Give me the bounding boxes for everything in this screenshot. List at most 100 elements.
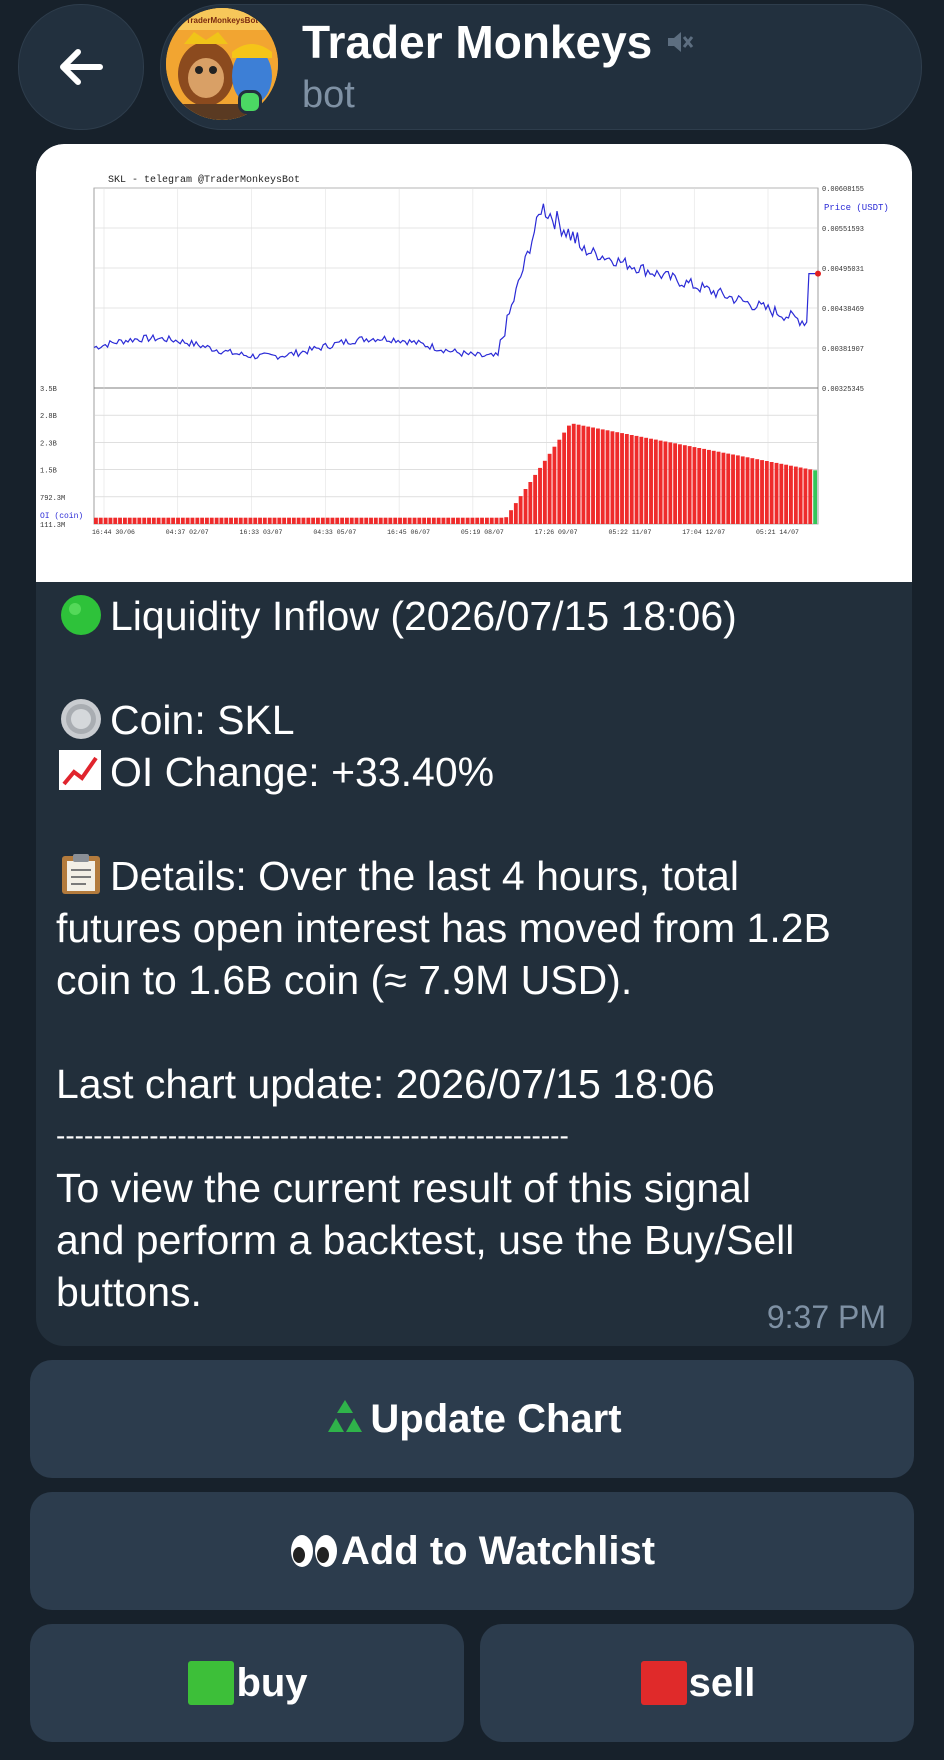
update-chart-label: Update Chart: [370, 1396, 622, 1441]
chat-title-row[interactable]: Trader Monkeys: [302, 14, 694, 70]
footer-line-1: To view the current result of this signa…: [56, 1165, 752, 1211]
price-tick-label: 0.00381907: [822, 346, 864, 354]
chat-title: Trader Monkeys: [302, 16, 653, 68]
eyes-icon: [290, 1535, 337, 1567]
oi-bar: [267, 517, 272, 524]
oi-bar: [383, 517, 388, 524]
details-line-1: Details: Over the last 4 hours, total: [110, 853, 739, 899]
oi-bar: [180, 517, 185, 524]
x-tick-label: 05:22 11/07: [608, 529, 651, 536]
oi-bar: [412, 517, 417, 524]
oi-bar: [774, 462, 779, 524]
oi-bar: [779, 463, 784, 524]
oi-bar: [755, 459, 760, 524]
oi-bar: [692, 447, 697, 524]
oi-bar: [784, 464, 789, 524]
oi-bar: [103, 517, 108, 524]
price-tick-label: 0.00438469: [822, 306, 864, 314]
oi-bar: [475, 517, 480, 524]
recycle-icon: [328, 1400, 363, 1432]
last-price-dot: [815, 270, 821, 277]
online-indicator: [238, 90, 262, 114]
oi-bar: [533, 474, 538, 524]
back-button[interactable]: [18, 4, 144, 130]
oi-bar: [320, 517, 325, 524]
oi-bar: [142, 517, 147, 524]
oi-bar: [330, 517, 335, 524]
oi-bar: [243, 517, 248, 524]
oi-bar: [697, 448, 702, 524]
oi-change: OI Change: +33.40%: [110, 749, 495, 795]
x-tick-label: 16:44 30/06: [92, 529, 135, 536]
oi-bar: [726, 453, 731, 524]
oi-bar: [764, 461, 769, 524]
x-tick-label: 17:26 09/07: [535, 529, 578, 536]
oi-bar: [460, 517, 465, 524]
price-tick-label: 0.00608155: [822, 186, 864, 194]
oi-bar: [663, 441, 668, 524]
oi-bar: [499, 517, 504, 524]
oi-bar: [620, 433, 624, 524]
message-bubble[interactable]: SKL - telegram @TraderMonkeysBot Price (…: [36, 144, 912, 1346]
oi-bar: [485, 517, 489, 524]
oi-bar: [615, 432, 620, 524]
x-tick-label: 17:04 12/07: [682, 529, 725, 536]
oi-bar: [745, 457, 750, 524]
oi-bar: [161, 517, 166, 524]
oi-bar: [301, 517, 306, 524]
oi-bar: [644, 437, 649, 524]
oi-bar: [291, 517, 296, 524]
chart-title: SKL - telegram @TraderMonkeysBot: [108, 174, 300, 186]
oi-bar: [325, 517, 330, 524]
oi-bar: [214, 517, 219, 524]
last-chart-update: Last chart update: 2026/07/15 18:06: [56, 1061, 715, 1107]
oi-bar: [789, 465, 793, 524]
muted-speaker-icon: [668, 32, 694, 52]
oi-bar: [306, 517, 311, 524]
oi-tick-label: 2.8B: [40, 413, 57, 421]
sell-button[interactable]: sell: [480, 1624, 914, 1742]
coin-label: Coin: SKL: [110, 697, 295, 743]
oi-bar: [813, 470, 818, 524]
oi-bar: [258, 517, 262, 524]
oi-bar: [224, 517, 229, 524]
oi-bar: [205, 517, 209, 524]
oi-bar: [600, 429, 605, 524]
oi-bar: [586, 426, 591, 524]
oi-bar: [682, 445, 687, 524]
green-circle-icon: [61, 595, 101, 635]
oi-bar: [610, 431, 615, 524]
oi-bar: [436, 517, 441, 524]
oi-bar: [711, 450, 716, 524]
red-square-icon: [640, 1661, 687, 1705]
oi-bar: [422, 517, 427, 524]
oi-bar: [108, 517, 113, 524]
buy-button[interactable]: buy: [30, 1624, 464, 1742]
message-time: 9:37 PM: [766, 1299, 886, 1335]
oi-bar: [147, 517, 151, 524]
arrow-left-icon: [60, 49, 103, 85]
add-to-watchlist-button[interactable]: Add to Watchlist: [30, 1492, 914, 1610]
update-chart-button[interactable]: Update Chart: [30, 1360, 914, 1478]
oi-bar: [156, 517, 161, 524]
oi-bar: [803, 468, 808, 524]
oi-tick-label: 2.3B: [40, 440, 57, 448]
oi-bar: [456, 517, 460, 524]
oi-bar: [793, 466, 798, 524]
oi-bar: [296, 517, 301, 524]
oi-bar: [576, 424, 581, 524]
oi-bar: [750, 458, 755, 524]
oi-bar: [234, 517, 238, 524]
oi-bar: [127, 517, 132, 524]
oi-bar: [335, 517, 340, 524]
oi-bar: [557, 439, 562, 524]
oi-bar: [629, 435, 634, 524]
oi-bar: [171, 517, 176, 524]
oi-tick-label: 792.3M: [40, 495, 65, 503]
oi-bar: [132, 517, 137, 524]
oi-bar: [567, 425, 571, 524]
chart-image[interactable]: SKL - telegram @TraderMonkeysBot Price (…: [36, 144, 912, 582]
x-tick-label: 04:33 05/07: [313, 529, 356, 536]
oi-change-row: OI Change: +33.40%: [56, 746, 896, 798]
x-tick-label: 05:21 14/07: [756, 529, 799, 536]
